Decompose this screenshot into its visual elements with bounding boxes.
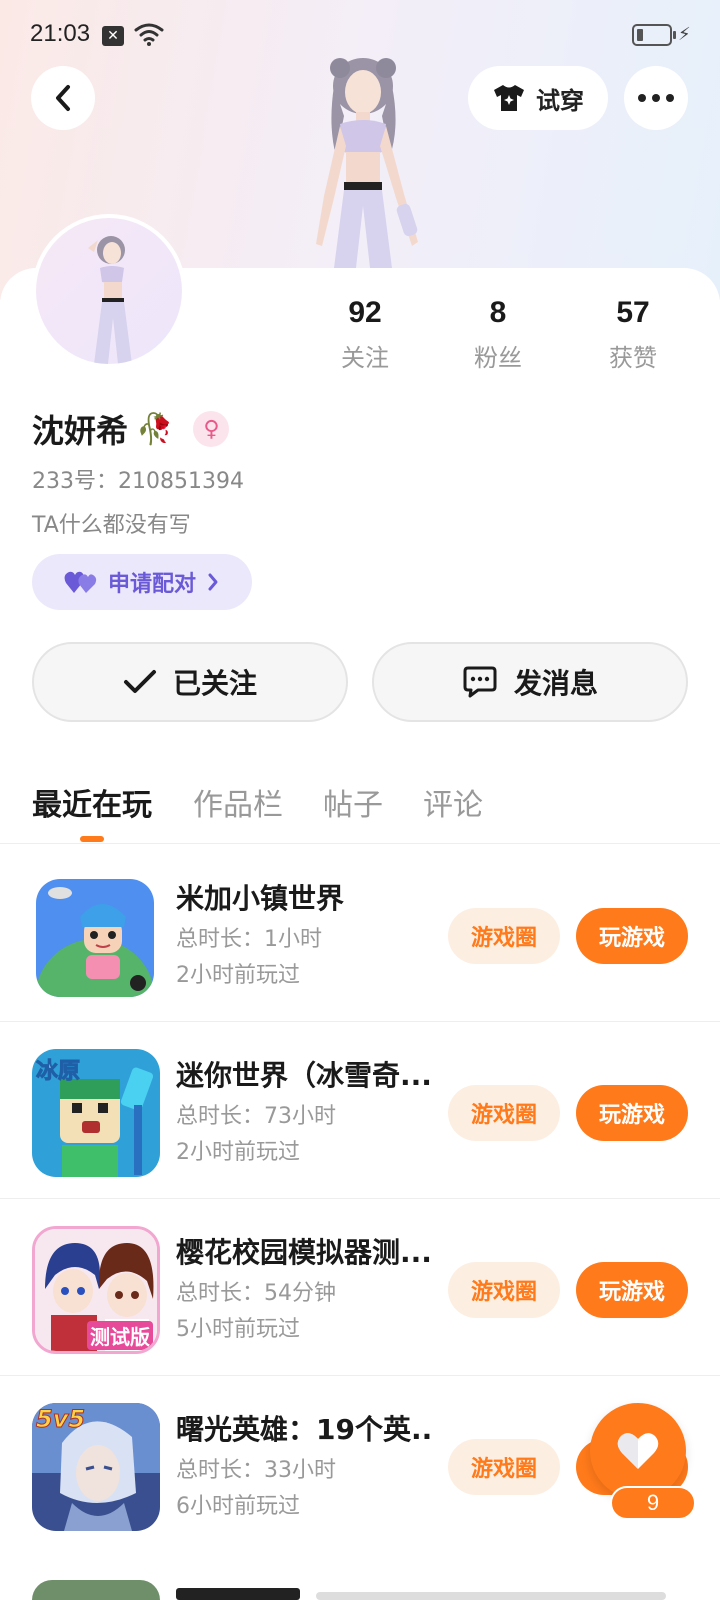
game-icon-sakura: 测试版: [32, 1226, 160, 1354]
more-options-button[interactable]: [624, 66, 688, 130]
game-icon-text: 5v5: [35, 1405, 86, 1434]
stat-label: 获赞: [609, 344, 657, 372]
game-last-played: 6小时前玩过: [176, 1494, 300, 1519]
game-circle-button[interactable]: 游戏圈: [448, 1085, 560, 1141]
profile-name: 沈妍希: [32, 412, 129, 450]
like-button[interactable]: [590, 1403, 686, 1499]
notification-icon: ✕: [102, 26, 124, 46]
tab-comments[interactable]: 评论: [423, 780, 483, 824]
game-title-partial: [176, 1588, 300, 1600]
tab-works[interactable]: 作品栏: [193, 780, 283, 824]
game-title: 樱花校园模拟器测...: [176, 1236, 432, 1269]
stat-value: 8: [489, 296, 507, 329]
tab-recently-played[interactable]: 最近在玩: [32, 780, 152, 824]
avatar-3d-figure: [288, 56, 438, 268]
game-duration: 总时长：33小时: [176, 1458, 336, 1483]
game-icon-partial: [32, 1580, 160, 1600]
double-heart-icon: [64, 571, 97, 593]
game-icon-dawn-hero: 5v5: [32, 1403, 160, 1531]
try-on-button[interactable]: 试穿: [468, 66, 608, 130]
stat-likes[interactable]: 57 获赞: [578, 296, 688, 373]
more-dot-icon: [638, 94, 646, 102]
back-button[interactable]: [31, 66, 95, 130]
pair-request-button[interactable]: 申请配对: [32, 554, 252, 610]
game-title: 迷你世界（冰雪奇...: [176, 1059, 432, 1092]
game-icon-text: 测试版: [87, 1321, 153, 1350]
game-duration: 总时长：73小时: [176, 1104, 336, 1129]
like-count-badge: 9: [610, 1486, 696, 1520]
stat-following[interactable]: 92 关注: [310, 296, 420, 373]
name-row: 沈妍希 🥀 ♀: [32, 406, 230, 452]
chevron-left-icon: [56, 85, 70, 111]
game-circle-button[interactable]: 游戏圈: [448, 1262, 560, 1318]
rose-icon: 🥀: [136, 411, 174, 447]
chat-bubble-icon: [463, 666, 497, 698]
active-tab-indicator: [80, 836, 104, 842]
tab-posts[interactable]: 帖子: [323, 780, 383, 824]
game-duration: 总时长：1小时: [176, 927, 322, 952]
charging-icon: ⚡: [678, 24, 691, 45]
profile-bio: TA什么都没有写: [32, 513, 191, 538]
game-buttons-partial: [316, 1592, 666, 1600]
game-duration: 总时长：54分钟: [176, 1281, 336, 1306]
following-button[interactable]: 已关注: [32, 642, 348, 722]
pair-request-label: 申请配对: [107, 572, 196, 597]
stat-followers[interactable]: 8 粉丝: [443, 296, 553, 373]
play-game-button[interactable]: 玩游戏: [576, 1085, 688, 1141]
female-icon: ♀: [193, 411, 230, 447]
play-game-button[interactable]: 玩游戏: [576, 908, 688, 964]
message-button[interactable]: 发消息: [372, 642, 688, 722]
wifi-icon: [134, 23, 164, 46]
heart-icon: [617, 1433, 659, 1469]
game-title: 曙光英雄：19个英...: [176, 1413, 432, 1446]
game-last-played: 2小时前玩过: [176, 963, 300, 988]
stat-value: 92: [348, 296, 382, 329]
stat-label: 关注: [341, 344, 389, 372]
list-item-partial: [32, 1580, 688, 1600]
list-item[interactable]: 冰原 迷你世界（冰雪奇... 总时长：73小时 2小时前玩过 游戏圈 玩游戏: [0, 1022, 720, 1199]
tshirt-icon: [494, 85, 524, 111]
game-circle-button[interactable]: 游戏圈: [448, 908, 560, 964]
avatar-image: [36, 218, 182, 364]
list-item[interactable]: 测试版 樱花校园模拟器测... 总时长：54分钟 5小时前玩过 游戏圈 玩游戏: [0, 1199, 720, 1376]
game-icon-mini-world: 冰原: [32, 1049, 160, 1177]
chevron-right-icon: [208, 573, 218, 591]
stat-value: 57: [616, 296, 650, 329]
more-dot-icon: [652, 94, 660, 102]
status-time: 21:03: [30, 20, 91, 47]
check-icon: [123, 670, 156, 693]
list-item[interactable]: 米加小镇世界 总时长：1小时 2小时前玩过 游戏圈 玩游戏: [0, 845, 720, 1022]
user-id: 233号：210851394: [32, 469, 244, 494]
play-game-button[interactable]: 玩游戏: [576, 1262, 688, 1318]
game-title: 米加小镇世界: [176, 882, 345, 915]
more-dot-icon: [666, 94, 674, 102]
avatar[interactable]: [32, 214, 186, 368]
game-icon-text: 冰原: [35, 1059, 81, 1085]
game-last-played: 5小时前玩过: [176, 1317, 300, 1342]
battery-icon: [632, 24, 676, 46]
profile-tabs: 最近在玩 作品栏 帖子 评论: [0, 770, 720, 844]
stat-label: 粉丝: [474, 344, 522, 372]
game-circle-button[interactable]: 游戏圈: [448, 1439, 560, 1495]
try-on-label: 试穿: [536, 86, 584, 115]
game-icon-miga: [36, 879, 154, 997]
game-last-played: 2小时前玩过: [176, 1140, 300, 1165]
following-label: 已关注: [172, 667, 257, 700]
message-label: 发消息: [513, 667, 598, 700]
